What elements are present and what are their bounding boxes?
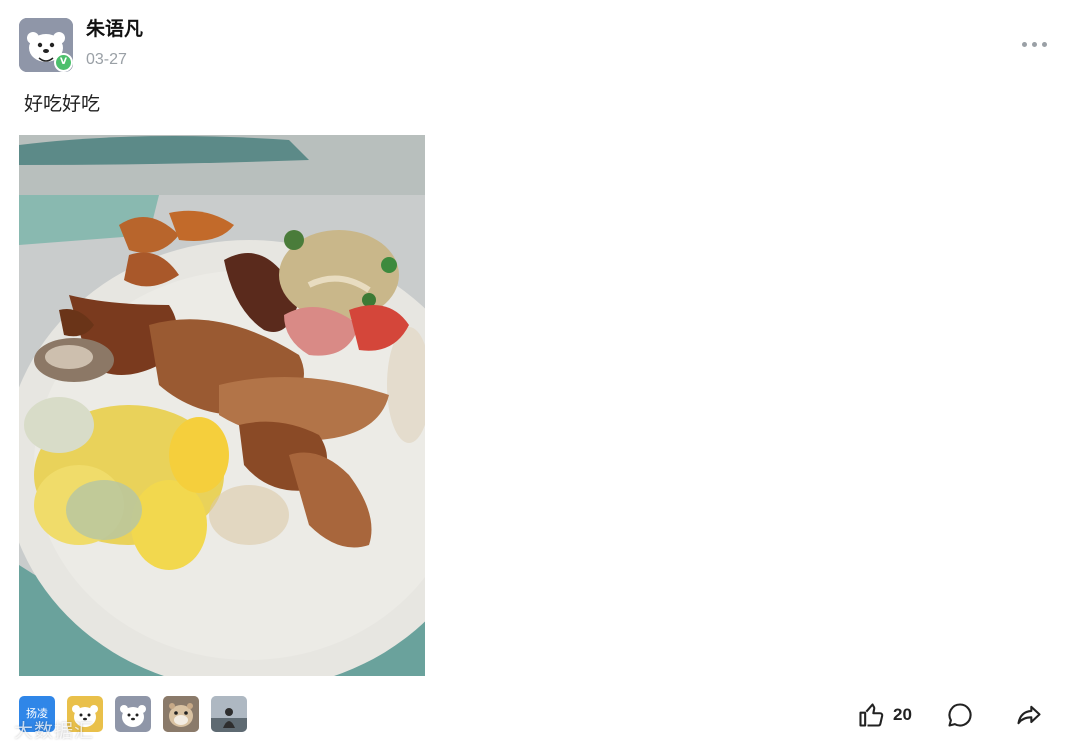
reactor-avatar-gray-dog[interactable] — [115, 696, 151, 732]
more-options-button[interactable] — [1018, 34, 1050, 54]
more-dot-icon — [1021, 41, 1027, 47]
like-count: 20 — [893, 705, 912, 724]
verified-badge: V — [54, 53, 73, 72]
share-icon — [1017, 705, 1041, 725]
reactor-avatar-label: 扬凌 — [26, 707, 48, 720]
more-dot-icon — [1041, 41, 1047, 47]
hamster-icon — [163, 696, 199, 732]
person-photo-icon — [211, 696, 247, 732]
share-button[interactable] — [1015, 698, 1043, 732]
reactor-avatar-person[interactable] — [211, 696, 247, 732]
dog-icon — [72, 705, 98, 727]
more-dot-icon — [1031, 41, 1037, 47]
food-plate-image — [19, 135, 425, 676]
thumb-up-icon — [859, 703, 884, 727]
comment-button[interactable] — [946, 698, 974, 732]
like-button[interactable]: 20 — [857, 698, 912, 732]
reactor-avatars: 扬凌 — [19, 696, 247, 732]
reactor-avatar-yellow-dog[interactable] — [67, 696, 103, 732]
post-text: 好吃好吃 — [24, 93, 101, 115]
author-name[interactable]: 朱语凡 — [86, 16, 143, 42]
post-date: 03-27 — [86, 51, 127, 68]
reactor-avatar-text[interactable]: 扬凌 — [19, 696, 55, 732]
dog-icon — [120, 705, 146, 727]
comment-icon — [948, 703, 972, 727]
reactor-avatar-hamster[interactable] — [163, 696, 199, 732]
post-photo[interactable] — [19, 135, 425, 676]
